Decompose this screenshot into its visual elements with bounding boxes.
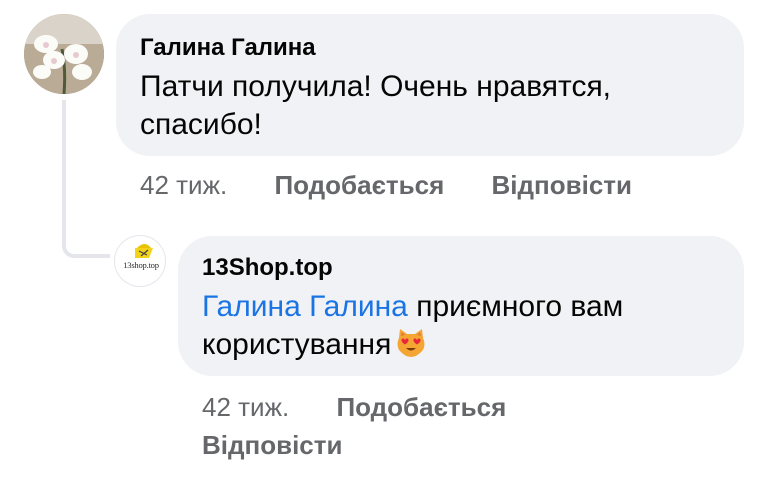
comment-actions-1: 42 тиж. Подобається Відповісти — [140, 170, 672, 201]
avatar-13shop[interactable]: 13shop.top — [114, 235, 166, 287]
comment-time[interactable]: 42 тиж. — [202, 392, 289, 422]
comment-actions-2: 42 тиж. Подобається — [202, 392, 546, 423]
comment-author[interactable]: 13Shop.top — [202, 252, 718, 284]
orchid-photo-icon — [24, 14, 104, 94]
like-button[interactable]: Подобається — [274, 170, 444, 200]
comment-bubble-2: 13Shop.top Галина Галина приємного вам к… — [178, 236, 744, 376]
like-button[interactable]: Подобається — [336, 392, 506, 422]
comment-text: Галина Галина приємного вам користування — [202, 288, 718, 364]
comment-time[interactable]: 42 тиж. — [140, 170, 227, 200]
reply-button[interactable]: Відповісти — [492, 170, 632, 200]
comment-author[interactable]: Галина Галина — [140, 32, 718, 64]
comment-actions-2-wrap: Відповісти — [202, 430, 382, 461]
avatar-galina[interactable] — [24, 14, 104, 94]
comment-text: Патчи получила! Очень нравятся, спасибо! — [140, 70, 612, 141]
comment-bubble-1: Галина Галина Патчи получила! Очень нрав… — [116, 14, 744, 156]
logo-text: 13shop.top — [123, 260, 159, 270]
reply-button[interactable]: Відповісти — [202, 430, 342, 460]
comment-thread: Галина Галина Патчи получила! Очень нрав… — [0, 0, 768, 477]
heart-eyes-cat-emoji-icon — [397, 329, 425, 357]
thread-connector-line — [62, 100, 110, 258]
mention-link[interactable]: Галина Галина — [202, 290, 408, 323]
